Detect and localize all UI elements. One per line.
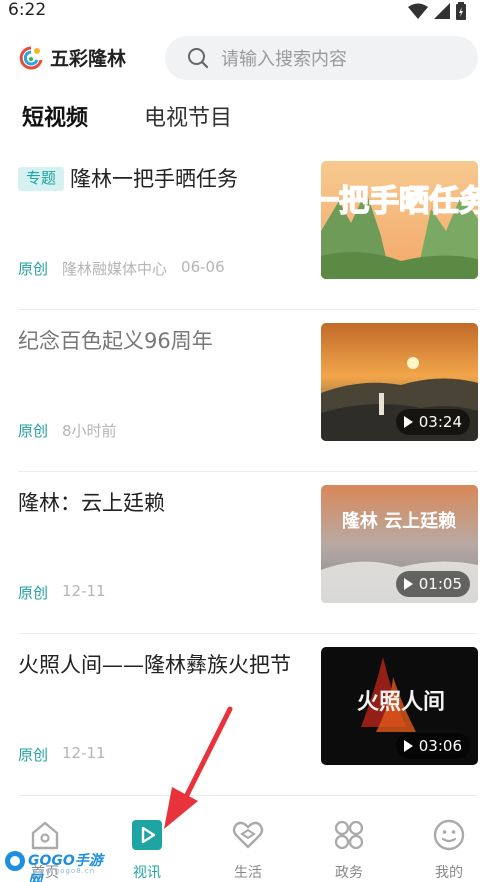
battery-icon <box>456 2 466 20</box>
search-icon <box>188 48 209 69</box>
video-title: 隆林：云上廷赖 <box>18 491 165 515</box>
search-placeholder: 请输入搜索内容 <box>221 49 347 70</box>
duration-badge: 01:05 <box>395 571 470 597</box>
logo-icon <box>19 46 43 69</box>
origin-label: 原创 <box>18 422 49 440</box>
duration-text: 03:06 <box>418 737 462 755</box>
video-card[interactable]: 纪念百色起义96周年 原创 8小时前 03:24 <box>18 310 478 472</box>
status-icons <box>408 2 466 20</box>
home-icon <box>31 821 59 850</box>
nav-profile[interactable]: 我的 <box>404 818 492 882</box>
video-meta: 原创 隆林融媒体中心 06-06 <box>18 258 225 279</box>
origin-label: 原创 <box>18 746 49 764</box>
tab-tv-programs[interactable]: 电视节目 <box>144 100 232 132</box>
thumb-caption: 一把手晒任务 <box>321 184 478 219</box>
video-thumbnail[interactable]: 隆林 云上廷赖 01:05 <box>321 485 478 603</box>
signal-icon <box>434 3 450 19</box>
app-name: 五彩隆林 <box>50 48 127 70</box>
video-title: 火照人间——隆林彝族火把节 <box>18 653 291 677</box>
date-label: 8小时前 <box>62 422 117 440</box>
duration-text: 03:24 <box>418 413 462 431</box>
watermark-text: GOGO手游网 <box>28 853 103 882</box>
video-card[interactable]: 专题 隆林一把手晒任务 原创 隆林融媒体中心 06-06 一把手晒任务 <box>18 148 478 310</box>
app-logo: 五彩隆林 <box>18 44 126 71</box>
date-label: 06-06 <box>181 258 225 276</box>
thumb-caption: 火照人间 <box>357 689 445 715</box>
thumb-caption: 隆林 云上廷赖 <box>342 510 456 532</box>
status-bar: 6:22 <box>0 0 492 24</box>
profile-icon <box>433 819 465 851</box>
play-icon <box>403 578 413 590</box>
video-thumbnail[interactable]: 火照人间 03:06 <box>321 647 478 765</box>
search-input[interactable]: 请输入搜索内容 <box>165 36 478 80</box>
video-meta: 原创 12-11 <box>18 582 106 603</box>
play-icon <box>403 740 413 752</box>
nav-life[interactable]: 生活 <box>203 818 293 882</box>
heart-icon <box>232 821 264 849</box>
watermark-logo: GOGO手游网 www.gogo8.cn <box>4 848 104 882</box>
watermark-icon <box>5 851 25 871</box>
header: 五彩隆林 请输入搜索内容 <box>0 30 492 86</box>
video-thumbnail[interactable]: 一把手晒任务 <box>321 161 478 279</box>
topic-tag: 专题 <box>18 167 65 191</box>
date-label: 12-11 <box>62 744 106 762</box>
nav-video[interactable]: 视讯 <box>102 818 192 882</box>
duration-text: 01:05 <box>418 575 462 593</box>
nav-label: 视讯 <box>133 865 161 881</box>
video-title: 专题 隆林一把手晒任务 <box>18 162 308 196</box>
date-label: 12-11 <box>62 582 106 600</box>
source-label: 隆林融媒体中心 <box>62 260 168 278</box>
wifi-icon <box>408 3 428 19</box>
nav-label: 生活 <box>234 865 262 881</box>
video-title: 纪念百色起义96周年 <box>18 329 213 353</box>
video-card[interactable]: 火照人间——隆林彝族火把节 原创 12-11 火照人间 03:06 <box>18 634 478 796</box>
origin-label: 原创 <box>18 584 49 602</box>
watermark-sub: www.gogo8.cn <box>32 867 96 875</box>
nav-government[interactable]: 政务 <box>304 818 394 882</box>
video-thumbnail[interactable]: 03:24 <box>321 323 478 441</box>
video-title-text: 隆林一把手晒任务 <box>70 167 239 191</box>
content-tabs: 短视频 电视节目 <box>0 100 492 136</box>
status-time: 6:22 <box>8 0 47 20</box>
duration-badge: 03:24 <box>395 409 470 435</box>
video-meta: 原创 12-11 <box>18 744 106 765</box>
video-card[interactable]: 隆林：云上廷赖 原创 12-11 隆林 云上廷赖 01:05 <box>18 472 478 634</box>
duration-badge: 03:06 <box>395 733 470 759</box>
video-meta: 原创 8小时前 <box>18 420 117 441</box>
nav-label: 我的 <box>435 865 463 881</box>
grid-icon <box>334 820 364 850</box>
origin-label: 原创 <box>18 260 49 278</box>
nav-label: 政务 <box>335 865 363 881</box>
tab-short-video[interactable]: 短视频 <box>22 100 88 132</box>
play-icon <box>403 416 413 428</box>
video-icon <box>132 820 162 850</box>
